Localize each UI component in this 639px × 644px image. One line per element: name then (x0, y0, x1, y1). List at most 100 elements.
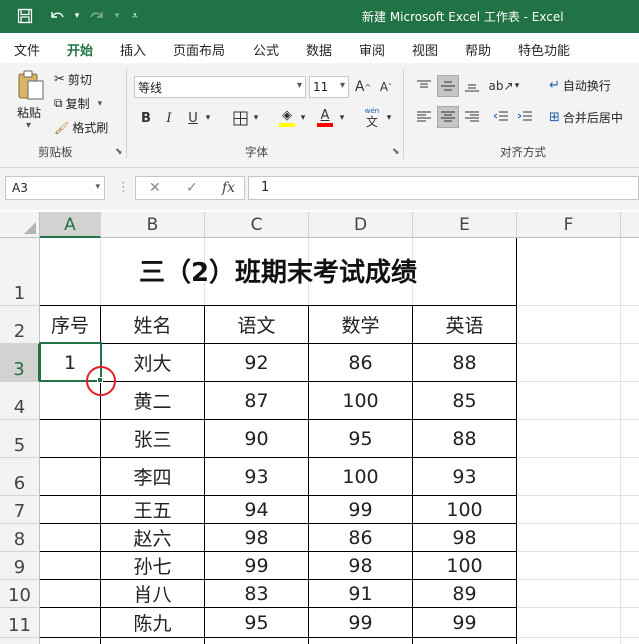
align-left-icon[interactable] (413, 106, 435, 128)
table-cell[interactable]: 孙七 (101, 552, 204, 579)
cut-button[interactable]: ✂ 剪切 (54, 71, 92, 88)
table-cell[interactable]: 90 (205, 420, 308, 457)
name-box[interactable]: A3 ▾ (5, 176, 105, 200)
tab-formulas[interactable]: 公式 (253, 40, 279, 59)
align-right-icon[interactable] (461, 106, 483, 128)
borders-dropdown-icon[interactable]: ▾ (251, 107, 261, 129)
clipboard-launcher-icon[interactable]: ⬊ (115, 147, 123, 157)
table-cell[interactable]: 85 (413, 382, 516, 419)
table-cell[interactable]: 100 (309, 382, 412, 419)
header-cell[interactable]: 语文 (205, 306, 308, 343)
cancel-icon[interactable]: ✕ (149, 180, 161, 196)
fill-color-dropdown-icon[interactable]: ▾ (298, 107, 308, 129)
copy-button[interactable]: ⧉ 复制 ▾ (54, 95, 102, 112)
row-header-12[interactable] (0, 638, 40, 644)
table-cell[interactable]: 92 (205, 344, 308, 381)
phonetic-button[interactable]: wén 文 (361, 104, 383, 130)
align-bottom-icon[interactable] (461, 75, 483, 97)
tab-help[interactable]: 帮助 (465, 40, 491, 59)
table-cell[interactable]: 陈九 (101, 608, 204, 637)
orientation-dropdown-icon[interactable]: ▾ (512, 75, 522, 97)
column-header-d[interactable]: D (309, 212, 413, 238)
table-cell[interactable]: 99 (309, 496, 412, 523)
table-cell[interactable]: 98 (309, 552, 412, 579)
italic-button[interactable]: I (160, 107, 178, 129)
font-color-button[interactable]: A (315, 106, 335, 130)
paste-dropdown-icon[interactable]: ▾ (26, 120, 31, 131)
tab-view[interactable]: 视图 (412, 40, 438, 59)
row-header-3[interactable]: 3 (0, 344, 40, 382)
table-cell[interactable]: 88 (413, 420, 516, 457)
column-header-a[interactable]: A (40, 212, 101, 238)
underline-button[interactable]: U (184, 107, 202, 129)
table-cell[interactable]: 100 (413, 552, 516, 579)
redo-icon[interactable] (86, 5, 108, 27)
header-cell[interactable]: 英语 (413, 306, 516, 343)
copy-dropdown-icon[interactable]: ▾ (98, 99, 103, 109)
font-size-combo[interactable]: 11 ▾ (309, 76, 349, 98)
column-header-b[interactable]: B (101, 212, 205, 238)
table-cell[interactable]: 95 (205, 608, 308, 637)
undo-icon[interactable] (46, 5, 68, 27)
tab-home[interactable]: 开始 (67, 40, 94, 65)
font-name-combo[interactable]: 等线 ▾ (134, 76, 306, 98)
bold-button[interactable]: B (137, 107, 155, 129)
merge-center-button[interactable]: ⊞ 合并后居中 (549, 109, 623, 126)
table-cell[interactable]: 99 (205, 552, 308, 579)
wrap-text-button[interactable]: ↵ 自动换行 (549, 77, 611, 94)
row-header-10[interactable]: 10 (0, 580, 40, 608)
row-header-1[interactable]: 1 (0, 238, 40, 306)
table-cell[interactable]: 88 (413, 344, 516, 381)
header-cell[interactable]: 数学 (309, 306, 412, 343)
decrease-indent-icon[interactable] (490, 106, 512, 128)
table-cell[interactable]: 王五 (101, 496, 204, 523)
customize-qat-icon[interactable]: ⩡ (124, 5, 146, 27)
row-header-7[interactable]: 7 (0, 496, 40, 524)
row-header-5[interactable]: 5 (0, 420, 40, 458)
row-header-6[interactable]: 6 (0, 458, 40, 496)
column-header-g[interactable] (621, 212, 639, 238)
format-painter-button[interactable]: 🖌 格式刷 (54, 119, 108, 136)
borders-icon[interactable] (230, 107, 250, 129)
table-cell[interactable]: 张三 (101, 420, 204, 457)
paste-icon[interactable] (14, 69, 48, 101)
formula-input[interactable]: 1 (248, 176, 639, 200)
table-cell[interactable]: 87 (205, 382, 308, 419)
row-header-2[interactable]: 2 (0, 306, 40, 344)
table-cell[interactable]: 93 (205, 458, 308, 495)
save-icon[interactable] (14, 5, 36, 27)
row-header-8[interactable]: 8 (0, 524, 40, 552)
table-cell[interactable]: 100 (413, 496, 516, 523)
align-center-icon[interactable] (437, 106, 459, 128)
column-header-c[interactable]: C (205, 212, 309, 238)
table-cell[interactable]: 99 (413, 608, 516, 637)
undo-dropdown-icon[interactable]: ▾ (66, 5, 88, 27)
table-cell[interactable]: 100 (309, 458, 412, 495)
row-header-9[interactable]: 9 (0, 552, 40, 580)
row-header-11[interactable]: 11 (0, 608, 40, 638)
formula-bar-grip-icon[interactable]: ⋮ (117, 180, 130, 195)
table-cell[interactable]: 黄二 (101, 382, 204, 419)
enter-icon[interactable]: ✓ (186, 180, 198, 196)
grow-font-button[interactable]: A ^ (353, 76, 373, 98)
table-cell[interactable]: 99 (309, 608, 412, 637)
table-cell[interactable]: 86 (309, 524, 412, 551)
tab-insert[interactable]: 插入 (120, 40, 146, 59)
orientation-icon[interactable]: ab↗ (488, 75, 513, 97)
underline-dropdown-icon[interactable]: ▾ (203, 107, 213, 129)
select-all-button[interactable] (0, 212, 40, 238)
tab-data[interactable]: 数据 (306, 40, 332, 59)
table-cell[interactable]: 95 (309, 420, 412, 457)
align-middle-icon[interactable] (437, 75, 459, 97)
table-cell[interactable]: 83 (205, 580, 308, 607)
tab-file[interactable]: 文件 (14, 40, 40, 59)
align-top-icon[interactable] (413, 75, 435, 97)
font-color-dropdown-icon[interactable]: ▾ (337, 107, 347, 129)
table-cell[interactable]: 李四 (101, 458, 204, 495)
increase-indent-icon[interactable] (514, 106, 536, 128)
paste-button[interactable]: 粘贴 (17, 104, 41, 121)
table-cell[interactable]: 肖八 (101, 580, 204, 607)
table-cell[interactable]: 98 (413, 524, 516, 551)
table-cell[interactable]: 98 (205, 524, 308, 551)
table-cell[interactable]: 刘大 (101, 344, 204, 381)
